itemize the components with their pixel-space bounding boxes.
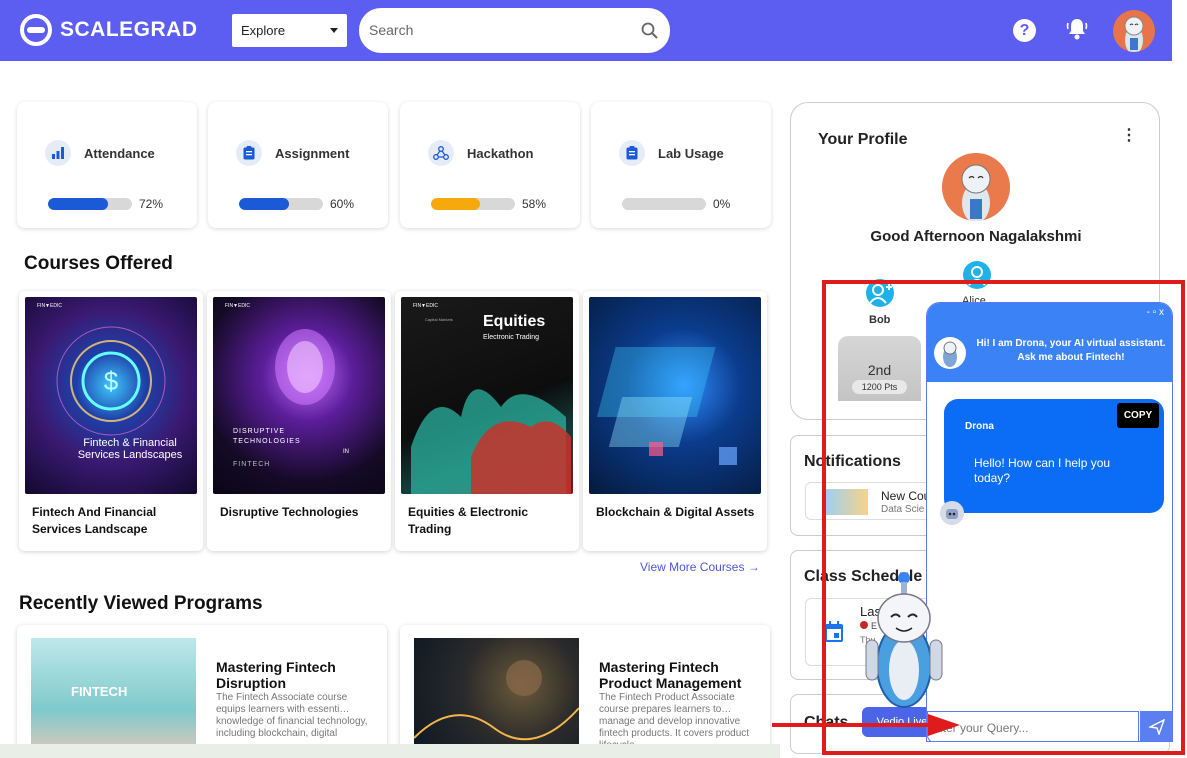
- program-description: The Fintech Product Associate course pre…: [599, 692, 750, 751]
- course-title: Blockchain & Digital Assets: [596, 505, 755, 519]
- stat-percent: 60%: [330, 197, 355, 211]
- stat-title: Attendance: [84, 146, 155, 161]
- courses-heading: Courses Offered: [24, 253, 173, 274]
- footer-strip: [0, 744, 780, 758]
- course-image: FIN▼EDIC DISRUPTIVE TECHNOLOGIES IN FINT…: [213, 297, 385, 494]
- image-caption: FINTECH: [71, 684, 128, 699]
- logo-icon: [20, 14, 52, 46]
- stat-card-hackathon[interactable]: Hackathon 58%: [400, 102, 580, 228]
- bell-icon[interactable]: [1066, 17, 1088, 41]
- svg-text:$: $: [104, 366, 119, 396]
- image-in: IN: [343, 449, 349, 455]
- network-icon: [428, 140, 454, 166]
- image-caption: DISRUPTIVE TECHNOLOGIES: [233, 428, 301, 445]
- course-title: Fintech And Financial Services Landscape: [32, 505, 157, 536]
- explore-label: Explore: [241, 23, 286, 38]
- avatar[interactable]: [1113, 10, 1155, 52]
- search-input[interactable]: Search: [359, 8, 670, 53]
- caret-down-icon: [330, 28, 338, 33]
- course-card[interactable]: FIN▼EDIC DISRUPTIVE TECHNOLOGIES IN FINT…: [207, 291, 391, 551]
- more-vert-icon[interactable]: ⋮: [1121, 128, 1137, 144]
- clipboard-icon: [619, 140, 645, 166]
- stat-card-lab-usage[interactable]: Lab Usage 0%: [591, 102, 771, 228]
- program-card[interactable]: FINTECH Mastering Fintech Disruption The…: [17, 625, 387, 758]
- course-image: $ FIN▼EDIC Fintech & Financial Services …: [25, 297, 197, 494]
- stat-card-attendance[interactable]: Attendance 72%: [17, 102, 197, 228]
- stat-percent: 58%: [522, 197, 547, 211]
- program-card[interactable]: Mastering Fintech Product Management The…: [400, 625, 770, 758]
- progress-bar: [431, 198, 515, 210]
- course-card[interactable]: Blockchain & Digital Assets: [583, 291, 767, 551]
- course-card[interactable]: $ FIN▼EDIC Fintech & Financial Services …: [19, 291, 203, 551]
- stat-percent: 0%: [713, 197, 731, 211]
- progress-bar: [239, 198, 323, 210]
- progress-bar: [622, 198, 706, 210]
- view-more-courses-link[interactable]: View More Courses →: [640, 560, 760, 574]
- image-subcaption: Electronic Trading: [483, 334, 540, 341]
- stat-percent: 72%: [139, 197, 164, 211]
- program-title: Mastering Fintech Product Management: [599, 659, 742, 691]
- progress-bar: [48, 198, 132, 210]
- program-image: FINTECH: [31, 638, 196, 758]
- search-icon[interactable]: [641, 22, 658, 39]
- image-caption: Fintech & Financial Services Landscapes: [77, 437, 183, 461]
- course-title: Equities & Electronic Trading: [408, 505, 529, 536]
- image-caption: Equities: [483, 313, 546, 330]
- brand-mark: FIN▼EDIC: [413, 303, 438, 309]
- profile-avatar: [942, 153, 1010, 221]
- program-description: The Fintech Associate course equips lear…: [216, 692, 368, 739]
- image-subcaption: FINTECH: [233, 461, 271, 468]
- profile-title: Your Profile: [818, 131, 908, 148]
- brand-mark: FIN▼EDIC: [225, 303, 250, 309]
- clipboard-icon: [236, 140, 262, 166]
- course-card[interactable]: FIN▼EDIC Capital Markets Equities Electr…: [395, 291, 579, 551]
- brand-name: SCALEGRAD: [60, 18, 198, 41]
- stat-card-assignment[interactable]: Assignment 60%: [208, 102, 388, 228]
- program-image: [414, 638, 579, 758]
- robot-avatar-icon: [961, 164, 991, 221]
- course-image: FIN▼EDIC Capital Markets Equities Electr…: [401, 297, 573, 494]
- image-tag: Capital Markets: [425, 317, 453, 322]
- logo[interactable]: SCALEGRAD: [20, 14, 198, 46]
- stat-title: Hackathon: [467, 146, 534, 161]
- search-placeholder: Search: [369, 22, 414, 38]
- stat-title: Assignment: [275, 146, 350, 161]
- bar-chart-icon: [45, 140, 71, 166]
- course-title: Disruptive Technologies: [220, 505, 359, 519]
- greeting: Good Afternoon Nagalakshmi: [870, 228, 1082, 245]
- recent-heading: Recently Viewed Programs: [19, 593, 263, 614]
- course-image: [589, 297, 761, 494]
- highlight-box: [822, 280, 1185, 755]
- stat-title: Lab Usage: [658, 146, 724, 161]
- explore-dropdown[interactable]: Explore: [232, 14, 347, 47]
- robot-avatar-icon: [1124, 16, 1144, 52]
- help-icon[interactable]: ?: [1013, 19, 1036, 42]
- top-bar: SCALEGRAD Explore Search ?: [0, 0, 1172, 61]
- program-title: Mastering Fintech Disruption: [216, 659, 336, 691]
- arrow-icon: [772, 714, 960, 736]
- brand-mark: FIN▼EDIC: [37, 303, 62, 309]
